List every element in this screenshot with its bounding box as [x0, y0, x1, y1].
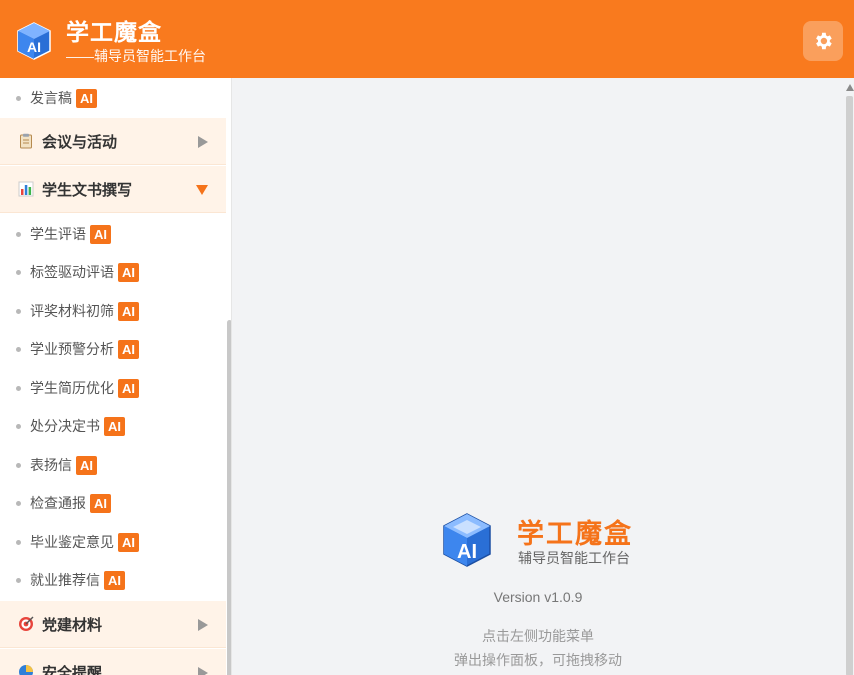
app-title: 学工魔盒: [66, 19, 162, 45]
chevron-right-icon: [198, 118, 208, 165]
bullet-dot: [16, 269, 21, 275]
sidebar-group-party[interactable]: 党建材料: [0, 601, 226, 648]
ai-cube-icon: AI: [443, 513, 491, 567]
bullet-dot: [16, 500, 21, 506]
sidebar-group-label: 学生文书撰写: [42, 181, 133, 199]
clipboard-icon: [20, 133, 32, 149]
sidebar-item-label: 学生简历优化: [30, 380, 114, 396]
ai-badge: AI: [118, 378, 139, 398]
welcome-title: 学工魔盒: [517, 519, 633, 549]
scroll-up-arrow-icon[interactable]: [846, 84, 854, 91]
ai-badge: AI: [90, 493, 111, 513]
sidebar-item-label: 检查通报: [30, 495, 86, 511]
ai-badge: AI: [104, 416, 125, 436]
bar-chart-icon: [18, 181, 34, 197]
ai-cube-icon: AI: [17, 22, 51, 60]
sidebar-item-recommendation[interactable]: 就业推荐信 AI: [0, 561, 226, 599]
app-subtitle: ——辅导员智能工作台: [66, 48, 206, 64]
hint-text-line1: 点击左侧功能菜单: [482, 628, 594, 644]
chevron-down-icon: [196, 166, 208, 213]
chevron-right-icon: [198, 601, 208, 648]
svg-text:AI: AI: [457, 541, 477, 563]
sidebar-scrollbar[interactable]: [227, 320, 231, 675]
sidebar-item-disciplinary[interactable]: 处分决定书 AI: [0, 407, 226, 445]
gear-icon: [816, 32, 832, 50]
sidebar-group-meeting[interactable]: 会议与活动: [0, 118, 226, 165]
sidebar-item-student-comment[interactable]: 学生评语 AI: [0, 215, 226, 253]
sidebar-item-label: 学业预警分析: [30, 341, 114, 357]
bullet-dot: [16, 577, 21, 583]
bullet-dot: [16, 231, 21, 237]
sidebar-item-praise-letter[interactable]: 表扬信 AI: [0, 446, 226, 484]
welcome-subtitle: 辅导员智能工作台: [518, 550, 630, 566]
ai-badge: AI: [118, 339, 139, 359]
app-header: AI 学工魔盒 ——辅导员智能工作台: [0, 0, 854, 78]
sidebar-item-label: 表扬信: [30, 457, 72, 473]
sidebar-group-label: 党建材料: [42, 616, 103, 634]
sidebar-item-label: 发言稿: [30, 90, 72, 106]
bullet-dot: [16, 423, 21, 429]
target-icon: [19, 616, 34, 631]
sidebar-item-label: 处分决定书: [30, 418, 100, 434]
bullet-dot: [16, 346, 21, 352]
sidebar-group-label: 会议与活动: [42, 133, 118, 151]
sidebar: 发言稿 AI 会议与活动 学生文书撰写 学生评语 AI 标签驱动评语 AI 评奖…: [0, 78, 232, 675]
svg-text:AI: AI: [27, 39, 41, 55]
ai-badge: AI: [90, 224, 111, 244]
bullet-dot: [16, 462, 21, 468]
bullet-dot: [16, 539, 21, 545]
ai-badge: AI: [76, 88, 97, 108]
sidebar-item-label: 毕业鉴定意见: [30, 534, 114, 550]
sidebar-item-label: 评奖材料初筛: [30, 303, 114, 319]
ai-badge: AI: [118, 301, 139, 321]
sidebar-group-safety[interactable]: 安全提醒: [0, 649, 226, 675]
sidebar-item-speech[interactable]: 发言稿 AI: [0, 79, 226, 117]
sidebar-item-label: 学生评语: [30, 226, 86, 242]
ai-badge: AI: [118, 532, 139, 552]
sidebar-item-inspection[interactable]: 检查通报 AI: [0, 484, 226, 522]
bullet-dot: [16, 385, 21, 391]
main-scrollbar-thumb[interactable]: [846, 96, 853, 675]
ai-badge: AI: [76, 455, 97, 475]
pie-chart-icon: [19, 665, 33, 675]
sidebar-item-resume[interactable]: 学生简历优化 AI: [0, 369, 226, 407]
sidebar-item-award-screening[interactable]: 评奖材料初筛 AI: [0, 292, 226, 330]
ai-badge: AI: [104, 570, 125, 590]
sidebar-item-graduation[interactable]: 毕业鉴定意见 AI: [0, 523, 226, 561]
bullet-dot: [16, 95, 21, 101]
sidebar-item-academic-warning[interactable]: 学业预警分析 AI: [0, 330, 226, 368]
ai-badge: AI: [118, 262, 139, 282]
sidebar-group-writing[interactable]: 学生文书撰写: [0, 166, 226, 213]
sidebar-item-label: 就业推荐信: [30, 572, 100, 588]
sidebar-item-tag-comment[interactable]: 标签驱动评语 AI: [0, 253, 226, 291]
sidebar-group-label: 安全提醒: [42, 664, 103, 675]
hint-text-line2: 弹出操作面板，可拖拽移动: [454, 652, 622, 668]
bullet-dot: [16, 308, 21, 314]
sidebar-item-label: 标签驱动评语: [30, 264, 114, 280]
version-label: Version v1.0.9: [493, 589, 583, 605]
settings-button[interactable]: [803, 21, 843, 61]
chevron-right-icon: [198, 649, 208, 675]
